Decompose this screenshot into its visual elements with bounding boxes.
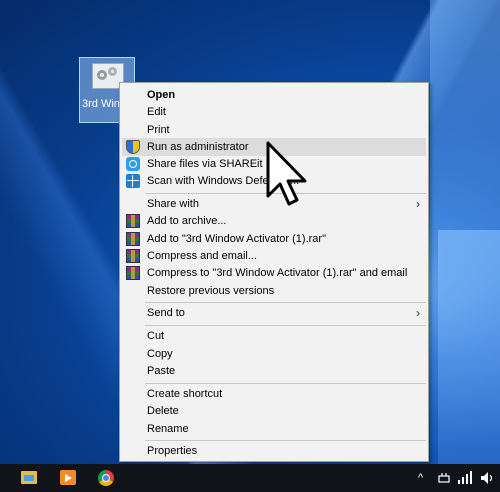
speaker-volume-icon[interactable] bbox=[480, 471, 494, 485]
menu-item-compress-email[interactable]: Compress and email... bbox=[122, 247, 426, 265]
menu-item-create-shortcut[interactable]: Create shortcut bbox=[122, 385, 426, 403]
menu-item-compress-to-rar-email[interactable]: Compress to "3rd Window Activator (1).ra… bbox=[122, 264, 426, 282]
menu-item-rename[interactable]: Rename bbox=[122, 420, 426, 438]
menu-item-add-to-rar[interactable]: Add to "3rd Window Activator (1).rar" bbox=[122, 230, 426, 248]
media-player-icon bbox=[60, 470, 76, 485]
menu-item-open[interactable]: Open bbox=[122, 86, 426, 104]
menu-item-restore-previous-versions[interactable]: Restore previous versions bbox=[122, 282, 426, 300]
wallpaper-light-beam bbox=[438, 230, 500, 464]
menu-item-label: Send to bbox=[147, 307, 185, 319]
menu-item-print[interactable]: Print bbox=[122, 121, 426, 139]
taskbar-media-player-button[interactable] bbox=[48, 464, 88, 492]
menu-item-label: Create shortcut bbox=[147, 388, 223, 400]
winrar-icon bbox=[126, 249, 140, 263]
chevron-right-icon: › bbox=[416, 306, 420, 320]
menu-separator bbox=[145, 383, 426, 384]
menu-item-properties[interactable]: Properties bbox=[122, 442, 426, 460]
menu-item-label: Restore previous versions bbox=[147, 285, 275, 297]
menu-item-cut[interactable]: Cut bbox=[122, 327, 426, 345]
menu-separator bbox=[145, 302, 426, 303]
menu-item-label: Delete bbox=[147, 405, 179, 417]
chrome-icon bbox=[98, 470, 114, 486]
menu-item-add-to-archive[interactable]: Add to archive... bbox=[122, 212, 426, 230]
menu-item-label: Paste bbox=[147, 365, 176, 377]
menu-item-label: Share with bbox=[147, 198, 199, 210]
tray-chevron-up-icon[interactable]: ^ bbox=[418, 464, 423, 492]
menu-item-delete[interactable]: Delete bbox=[122, 402, 426, 420]
menu-item-label: Properties bbox=[147, 445, 198, 457]
file-explorer-icon bbox=[21, 471, 37, 484]
power-plug-icon[interactable] bbox=[437, 470, 451, 486]
windows-defender-icon bbox=[126, 174, 140, 188]
menu-item-paste[interactable]: Paste bbox=[122, 362, 426, 380]
taskbar-chrome-button[interactable] bbox=[86, 464, 126, 492]
winrar-icon bbox=[126, 266, 140, 280]
menu-item-copy[interactable]: Copy bbox=[122, 345, 426, 363]
menu-item-label: Add to archive... bbox=[147, 215, 227, 227]
menu-item-send-to[interactable]: Send to › bbox=[122, 304, 426, 322]
network-icon[interactable] bbox=[457, 471, 473, 485]
menu-item-label: Cut bbox=[147, 330, 165, 342]
taskbar: ^ bbox=[0, 464, 500, 492]
uac-shield-icon bbox=[126, 140, 140, 154]
menu-item-label: Copy bbox=[147, 348, 173, 360]
menu-item-label: Rename bbox=[147, 423, 189, 435]
menu-item-label: Edit bbox=[147, 106, 166, 118]
chevron-right-icon: › bbox=[416, 197, 420, 211]
winrar-icon bbox=[126, 214, 140, 228]
menu-item-label: Share files via SHAREit bbox=[147, 158, 263, 170]
menu-item-label: Add to "3rd Window Activator (1).rar" bbox=[147, 233, 326, 245]
menu-item-edit[interactable]: Edit bbox=[122, 103, 426, 121]
menu-item-label: Compress to "3rd Window Activator (1).ra… bbox=[147, 267, 408, 279]
menu-item-label: Print bbox=[147, 124, 170, 136]
menu-separator bbox=[145, 325, 426, 326]
menu-item-label: Open bbox=[147, 89, 176, 101]
menu-separator bbox=[145, 440, 426, 441]
taskbar-file-explorer-button[interactable] bbox=[8, 464, 48, 492]
context-menu: Open Edit Print Run as administrator Sha… bbox=[119, 82, 429, 462]
shareit-icon bbox=[126, 157, 140, 171]
menu-item-label: Compress and email... bbox=[147, 250, 258, 262]
menu-item-label: Run as administrator bbox=[147, 141, 249, 153]
mouse-pointer-icon bbox=[266, 141, 307, 206]
winrar-icon bbox=[126, 232, 140, 246]
